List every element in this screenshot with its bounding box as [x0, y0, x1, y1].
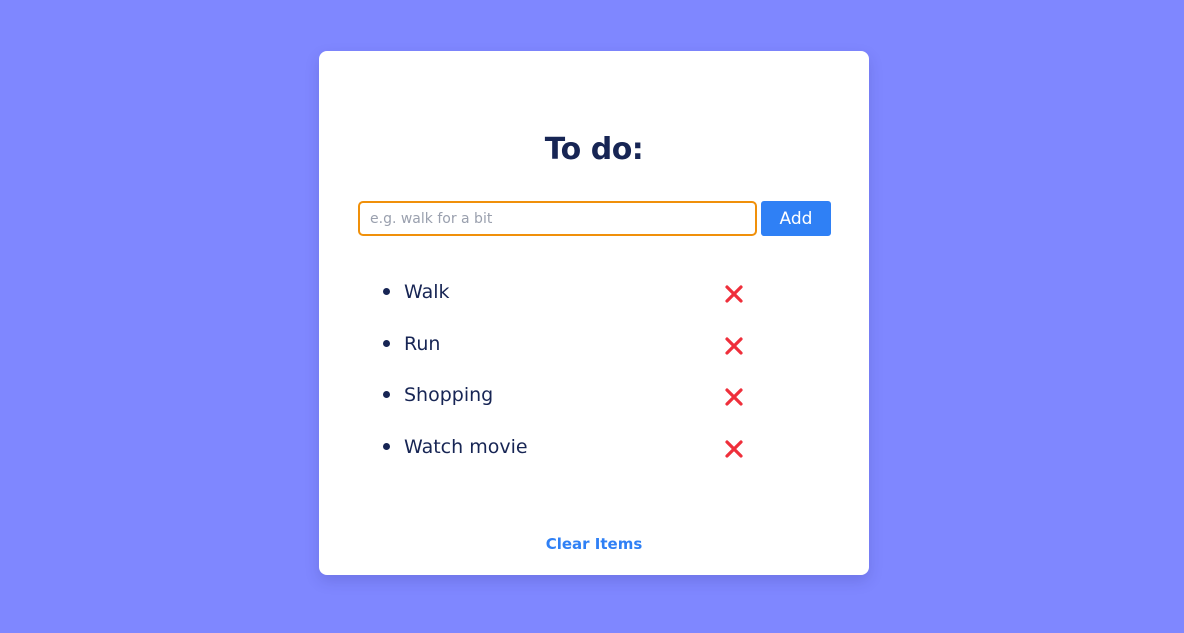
todo-item-text: Run	[404, 332, 441, 355]
delete-item-button[interactable]	[723, 283, 745, 305]
clear-items-link[interactable]: Clear Items	[319, 534, 869, 554]
close-x-icon	[725, 388, 743, 406]
todo-card: To do: Add Walk Run Shopping	[319, 51, 869, 575]
todo-item: Run	[379, 328, 759, 380]
bullet-icon	[383, 288, 390, 295]
add-button[interactable]: Add	[761, 201, 831, 236]
bullet-icon	[383, 442, 390, 450]
todo-item: Shopping	[379, 379, 759, 431]
delete-item-button[interactable]	[723, 438, 745, 460]
bullet-icon	[383, 339, 390, 347]
close-x-icon	[725, 336, 743, 355]
close-x-icon	[725, 439, 743, 458]
todo-item-text: Shopping	[404, 384, 494, 406]
page-title: To do:	[544, 132, 644, 167]
delete-item-button[interactable]	[723, 386, 745, 408]
todo-item-text: Walk	[404, 281, 450, 303]
close-x-icon	[725, 285, 743, 303]
todo-list: Walk Run Shopping Watch movie	[379, 276, 759, 482]
todo-item-text: Watch movie	[404, 435, 528, 458]
bullet-icon	[383, 391, 390, 398]
todo-item: Watch movie	[379, 431, 759, 483]
todo-input[interactable]	[358, 201, 757, 236]
delete-item-button[interactable]	[723, 335, 745, 357]
add-todo-form: Add	[358, 201, 831, 236]
todo-item: Walk	[379, 276, 759, 328]
